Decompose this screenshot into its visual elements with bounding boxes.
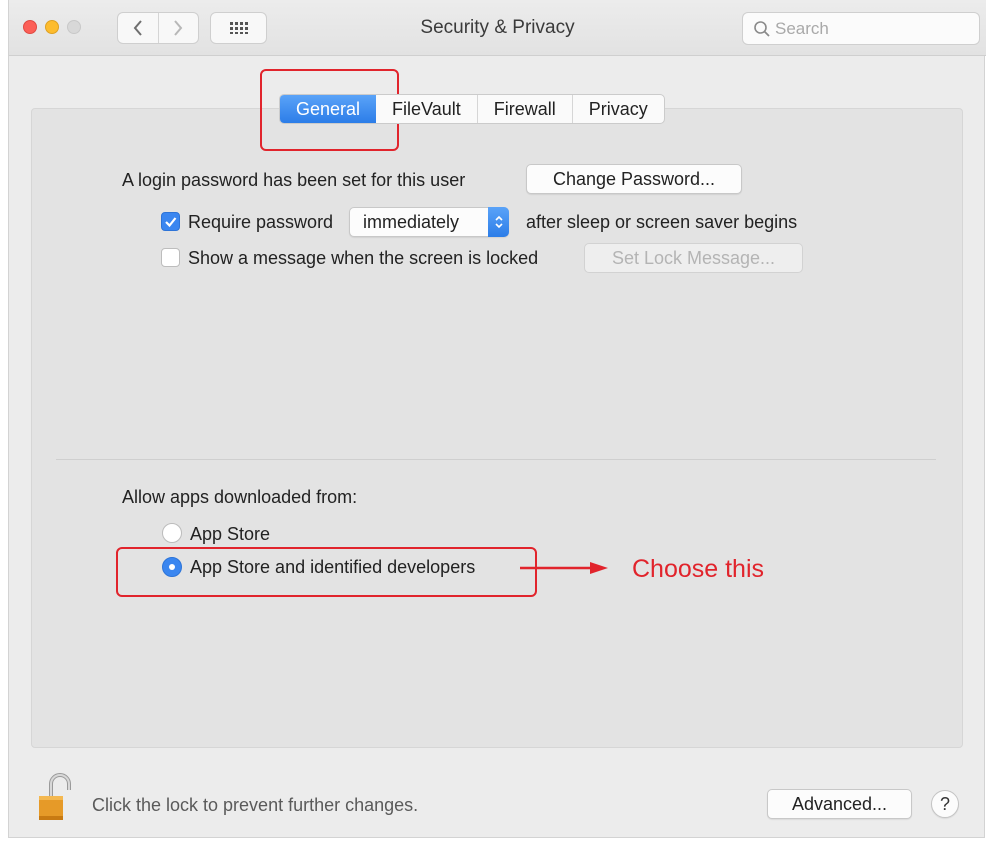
unlocked-padlock-icon[interactable]	[31, 772, 81, 824]
section-divider	[56, 459, 936, 460]
require-password-label: Require password	[188, 212, 334, 232]
search-icon	[754, 21, 770, 37]
checkmark-icon	[165, 217, 177, 228]
tab-filevault[interactable]: FileVault	[376, 95, 477, 123]
title-bar: Security & Privacy	[9, 0, 986, 56]
select-value: immediately	[363, 212, 460, 232]
tab-firewall[interactable]: Firewall	[476, 95, 572, 123]
advanced-button[interactable]: Advanced...	[767, 789, 912, 819]
tab-general[interactable]: General	[280, 95, 377, 123]
allow-apps-label: Allow apps downloaded from:	[122, 487, 358, 507]
tab-privacy[interactable]: Privacy	[571, 95, 664, 123]
require-password-checkbox[interactable]	[161, 212, 180, 231]
radio-app-store-label: App Store	[190, 524, 271, 544]
annotation-text: Choose this	[632, 555, 765, 583]
radio-app-store[interactable]	[162, 523, 182, 543]
show-message-checkbox[interactable]	[161, 248, 180, 267]
set-lock-message-button[interactable]: Set Lock Message...	[584, 243, 803, 273]
tab-bar: General FileVault Firewall Privacy	[279, 94, 665, 124]
content-pane	[31, 108, 963, 748]
change-password-button[interactable]: Change Password...	[526, 164, 742, 194]
search-input[interactable]	[775, 17, 971, 41]
annotation-highlight-option	[116, 547, 537, 597]
show-message-label: Show a message when the screen is locked	[188, 248, 539, 268]
search-field[interactable]	[742, 12, 980, 45]
require-password-suffix: after sleep or screen saver begins	[526, 212, 798, 232]
login-password-label: A login password has been set for this u…	[122, 170, 466, 190]
updown-arrows-icon	[488, 207, 509, 237]
annotation-arrow-icon	[520, 562, 608, 574]
help-button[interactable]: ?	[931, 790, 959, 818]
require-password-delay-select[interactable]: immediately	[349, 207, 509, 237]
preferences-window: Security & Privacy	[8, 0, 986, 838]
lock-status-text: Click the lock to prevent further change…	[92, 795, 419, 815]
